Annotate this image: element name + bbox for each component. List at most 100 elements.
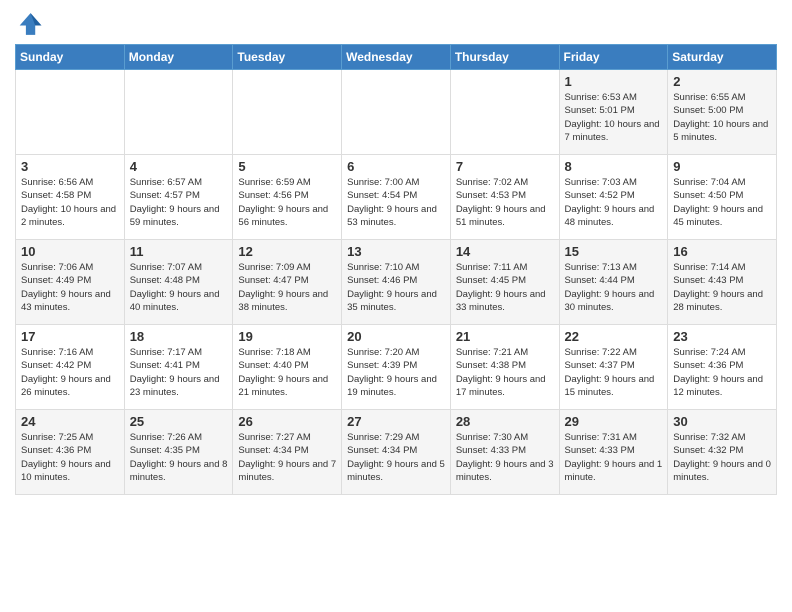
day-number: 2 <box>673 74 771 89</box>
day-info: Sunrise: 6:56 AM Sunset: 4:58 PM Dayligh… <box>21 176 119 229</box>
calendar-cell: 17 Sunrise: 7:16 AM Sunset: 4:42 PM Dayli… <box>16 325 125 410</box>
calendar-cell: 2 Sunrise: 6:55 AM Sunset: 5:00 PM Daylig… <box>668 70 777 155</box>
day-number: 14 <box>456 244 554 259</box>
day-number: 7 <box>456 159 554 174</box>
day-number: 4 <box>130 159 228 174</box>
calendar-cell <box>450 70 559 155</box>
day-number: 15 <box>565 244 663 259</box>
day-info: Sunrise: 7:26 AM Sunset: 4:35 PM Dayligh… <box>130 431 228 484</box>
day-number: 13 <box>347 244 445 259</box>
day-number: 18 <box>130 329 228 344</box>
calendar-cell: 6Sunrise: 7:00 AM Sunset: 4:54 PM Daylig… <box>342 155 451 240</box>
calendar-cell: 9Sunrise: 7:04 AM Sunset: 4:50 PM Daylig… <box>668 155 777 240</box>
calendar-cell: 4 Sunrise: 6:57 AM Sunset: 4:57 PM Daylig… <box>124 155 233 240</box>
calendar-cell <box>124 70 233 155</box>
calendar-cell: 28 Sunrise: 7:30 AM Sunset: 4:33 PM Dayli… <box>450 410 559 495</box>
calendar-cell: 11Sunrise: 7:07 AM Sunset: 4:48 PM Dayli… <box>124 240 233 325</box>
calendar-week-row: 17 Sunrise: 7:16 AM Sunset: 4:42 PM Dayli… <box>16 325 777 410</box>
calendar-cell: 21 Sunrise: 7:21 AM Sunset: 4:38 PM Dayli… <box>450 325 559 410</box>
calendar-cell: 10 Sunrise: 7:06 AM Sunset: 4:49 PM Dayli… <box>16 240 125 325</box>
day-info: Sunrise: 7:04 AM Sunset: 4:50 PM Dayligh… <box>673 176 771 229</box>
weekday-header-tuesday: Tuesday <box>233 45 342 70</box>
day-info: Sunrise: 7:06 AM Sunset: 4:49 PM Dayligh… <box>21 261 119 314</box>
day-info: Sunrise: 7:29 AM Sunset: 4:34 PM Dayligh… <box>347 431 445 484</box>
day-info: Sunrise: 7:21 AM Sunset: 4:38 PM Dayligh… <box>456 346 554 399</box>
day-info: Sunrise: 7:20 AM Sunset: 4:39 PM Dayligh… <box>347 346 445 399</box>
weekday-header-thursday: Thursday <box>450 45 559 70</box>
day-info: Sunrise: 6:53 AM Sunset: 5:01 PM Dayligh… <box>565 91 663 144</box>
calendar-cell: 25 Sunrise: 7:26 AM Sunset: 4:35 PM Dayli… <box>124 410 233 495</box>
calendar-header-row: SundayMondayTuesdayWednesdayThursdayFrid… <box>16 45 777 70</box>
calendar-cell: 24Sunrise: 7:25 AM Sunset: 4:36 PM Dayli… <box>16 410 125 495</box>
calendar-cell: 13 Sunrise: 7:10 AM Sunset: 4:46 PM Dayli… <box>342 240 451 325</box>
calendar-cell: 5 Sunrise: 6:59 AM Sunset: 4:56 PM Daylig… <box>233 155 342 240</box>
calendar-cell: 26 Sunrise: 7:27 AM Sunset: 4:34 PM Dayli… <box>233 410 342 495</box>
day-info: Sunrise: 7:30 AM Sunset: 4:33 PM Dayligh… <box>456 431 554 484</box>
calendar-table: SundayMondayTuesdayWednesdayThursdayFrid… <box>15 44 777 495</box>
calendar-week-row: 10 Sunrise: 7:06 AM Sunset: 4:49 PM Dayli… <box>16 240 777 325</box>
day-number: 12 <box>238 244 336 259</box>
day-number: 20 <box>347 329 445 344</box>
day-number: 5 <box>238 159 336 174</box>
day-info: Sunrise: 7:07 AM Sunset: 4:48 PM Dayligh… <box>130 261 228 314</box>
calendar-cell: 20 Sunrise: 7:20 AM Sunset: 4:39 PM Dayli… <box>342 325 451 410</box>
day-number: 8 <box>565 159 663 174</box>
page-container: SundayMondayTuesdayWednesdayThursdayFrid… <box>0 0 792 505</box>
weekday-header-monday: Monday <box>124 45 233 70</box>
calendar-cell: 12 Sunrise: 7:09 AM Sunset: 4:47 PM Dayli… <box>233 240 342 325</box>
calendar-cell: 1 Sunrise: 6:53 AM Sunset: 5:01 PM Daylig… <box>559 70 668 155</box>
day-number: 22 <box>565 329 663 344</box>
weekday-header-sunday: Sunday <box>16 45 125 70</box>
calendar-week-row: 3 Sunrise: 6:56 AM Sunset: 4:58 PM Daylig… <box>16 155 777 240</box>
day-info: Sunrise: 7:11 AM Sunset: 4:45 PM Dayligh… <box>456 261 554 314</box>
day-number: 10 <box>21 244 119 259</box>
day-number: 21 <box>456 329 554 344</box>
day-info: Sunrise: 7:13 AM Sunset: 4:44 PM Dayligh… <box>565 261 663 314</box>
calendar-cell: 22 Sunrise: 7:22 AM Sunset: 4:37 PM Dayli… <box>559 325 668 410</box>
day-info: Sunrise: 6:59 AM Sunset: 4:56 PM Dayligh… <box>238 176 336 229</box>
logo <box>15 10 47 38</box>
calendar-cell <box>233 70 342 155</box>
day-info: Sunrise: 7:03 AM Sunset: 4:52 PM Dayligh… <box>565 176 663 229</box>
calendar-cell: 3 Sunrise: 6:56 AM Sunset: 4:58 PM Daylig… <box>16 155 125 240</box>
day-info: Sunrise: 7:18 AM Sunset: 4:40 PM Dayligh… <box>238 346 336 399</box>
calendar-cell: 8 Sunrise: 7:03 AM Sunset: 4:52 PM Daylig… <box>559 155 668 240</box>
day-info: Sunrise: 6:55 AM Sunset: 5:00 PM Dayligh… <box>673 91 771 144</box>
calendar-cell: 19 Sunrise: 7:18 AM Sunset: 4:40 PM Dayli… <box>233 325 342 410</box>
day-info: Sunrise: 7:27 AM Sunset: 4:34 PM Dayligh… <box>238 431 336 484</box>
day-number: 6 <box>347 159 445 174</box>
weekday-header-saturday: Saturday <box>668 45 777 70</box>
day-number: 3 <box>21 159 119 174</box>
calendar-week-row: 24Sunrise: 7:25 AM Sunset: 4:36 PM Dayli… <box>16 410 777 495</box>
calendar-cell: 7Sunrise: 7:02 AM Sunset: 4:53 PM Daylig… <box>450 155 559 240</box>
calendar-cell: 23Sunrise: 7:24 AM Sunset: 4:36 PM Dayli… <box>668 325 777 410</box>
day-info: Sunrise: 7:10 AM Sunset: 4:46 PM Dayligh… <box>347 261 445 314</box>
day-number: 30 <box>673 414 771 429</box>
day-info: Sunrise: 7:31 AM Sunset: 4:33 PM Dayligh… <box>565 431 663 484</box>
calendar-cell <box>16 70 125 155</box>
calendar-cell: 15 Sunrise: 7:13 AM Sunset: 4:44 PM Dayli… <box>559 240 668 325</box>
day-number: 29 <box>565 414 663 429</box>
day-number: 26 <box>238 414 336 429</box>
day-number: 17 <box>21 329 119 344</box>
calendar-cell: 27Sunrise: 7:29 AM Sunset: 4:34 PM Dayli… <box>342 410 451 495</box>
day-number: 25 <box>130 414 228 429</box>
calendar-cell: 14 Sunrise: 7:11 AM Sunset: 4:45 PM Dayli… <box>450 240 559 325</box>
calendar-cell <box>342 70 451 155</box>
weekday-header-friday: Friday <box>559 45 668 70</box>
day-number: 1 <box>565 74 663 89</box>
day-info: Sunrise: 7:25 AM Sunset: 4:36 PM Dayligh… <box>21 431 119 484</box>
day-number: 23 <box>673 329 771 344</box>
day-number: 19 <box>238 329 336 344</box>
day-info: Sunrise: 7:09 AM Sunset: 4:47 PM Dayligh… <box>238 261 336 314</box>
day-number: 28 <box>456 414 554 429</box>
day-info: Sunrise: 7:17 AM Sunset: 4:41 PM Dayligh… <box>130 346 228 399</box>
calendar-week-row: 1 Sunrise: 6:53 AM Sunset: 5:01 PM Daylig… <box>16 70 777 155</box>
day-info: Sunrise: 7:16 AM Sunset: 4:42 PM Dayligh… <box>21 346 119 399</box>
calendar-cell: 30Sunrise: 7:32 AM Sunset: 4:32 PM Dayli… <box>668 410 777 495</box>
weekday-header-wednesday: Wednesday <box>342 45 451 70</box>
logo-icon <box>15 10 43 38</box>
day-info: Sunrise: 6:57 AM Sunset: 4:57 PM Dayligh… <box>130 176 228 229</box>
calendar-cell: 18 Sunrise: 7:17 AM Sunset: 4:41 PM Dayli… <box>124 325 233 410</box>
day-info: Sunrise: 7:22 AM Sunset: 4:37 PM Dayligh… <box>565 346 663 399</box>
